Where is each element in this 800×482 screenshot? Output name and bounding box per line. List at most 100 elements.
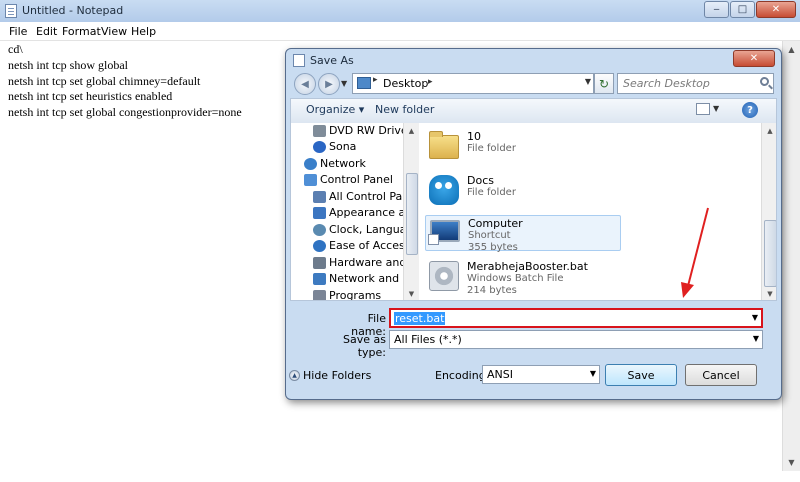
file-item-10[interactable]: 10 File folder xyxy=(425,129,621,165)
help-icon[interactable]: ? xyxy=(742,102,758,118)
change-view-icon[interactable] xyxy=(696,103,710,115)
hide-folders-label: Hide Folders xyxy=(303,369,372,382)
save-as-type-value: All Files (*.*) xyxy=(394,333,462,346)
menu-help[interactable]: Help xyxy=(131,25,156,38)
scroll-down-arrow-icon[interactable]: ▼ xyxy=(404,286,419,300)
save-button[interactable]: Save xyxy=(605,364,677,386)
save-as-type-select[interactable]: All Files (*.*) ▼ xyxy=(389,330,763,349)
all-control-panel-icon xyxy=(313,191,326,203)
forward-arrow-icon[interactable]: ▶ xyxy=(318,73,340,95)
search-input[interactable]: Search Desktop xyxy=(617,73,774,94)
breadcrumb-arrow-icon[interactable]: ▸ xyxy=(428,77,433,87)
nav-item-sona[interactable]: Sona xyxy=(313,140,356,156)
nav-item-programs[interactable]: Programs xyxy=(313,289,381,300)
ease-of-access-icon xyxy=(313,240,326,252)
scroll-up-arrow-icon[interactable]: ▲ xyxy=(404,123,419,138)
scrollbar-thumb[interactable] xyxy=(764,220,776,287)
dialog-footer: ▲ Hide Folders Encoding: ANSI ▼ Save Can… xyxy=(287,359,780,399)
menu-file[interactable]: File xyxy=(9,25,27,38)
menu-format[interactable]: Format xyxy=(62,25,101,38)
nav-item-dvd-rw-drive[interactable]: DVD RW Drive xyxy=(313,124,403,140)
minimize-button[interactable]: ‒ xyxy=(704,1,729,18)
menu-view[interactable]: View xyxy=(101,25,127,38)
encoding-value: ANSI xyxy=(487,368,513,381)
search-icon[interactable] xyxy=(760,77,769,86)
nav-item-all-control-panel[interactable]: All Control Pa xyxy=(313,190,403,206)
file-item-docs[interactable]: Docs File folder xyxy=(425,173,621,209)
scroll-down-arrow-icon[interactable]: ▼ xyxy=(783,454,800,471)
file-name: 10 xyxy=(467,130,481,143)
maximize-button[interactable]: □ xyxy=(730,1,755,18)
file-list: 10 File folder Docs File folder Computer… xyxy=(419,123,761,300)
scroll-down-arrow-icon[interactable]: ▼ xyxy=(762,286,776,300)
refresh-icon[interactable]: ↻ xyxy=(594,73,614,94)
address-bar[interactable]: ▸ Desktop ▸ ▼ xyxy=(352,73,594,94)
back-arrow-icon[interactable]: ◀ xyxy=(294,73,316,95)
scroll-up-arrow-icon[interactable]: ▲ xyxy=(783,41,800,58)
nav-item-appearance[interactable]: Appearance ar xyxy=(313,206,404,222)
file-name-input[interactable]: reset.bat ▼ xyxy=(389,308,763,328)
save-as-dialog: Save As ✕ ◀ ▶ ▼ ▸ Desktop ▸ ▼ ↻ Search D… xyxy=(285,48,782,400)
batch-file-icon xyxy=(429,261,459,291)
network-internet-icon xyxy=(313,273,326,285)
view-dropdown-icon[interactable]: ▼ xyxy=(713,104,719,113)
text-line: netsh int tcp show global xyxy=(8,57,128,72)
hardware-icon xyxy=(313,257,326,269)
nav-item-ease-of-access[interactable]: Ease of Access xyxy=(313,239,403,255)
dvd-drive-icon xyxy=(313,125,326,137)
file-list-scrollbar[interactable]: ▲ ▼ xyxy=(761,123,776,300)
nav-item-label: Network and I xyxy=(329,272,404,285)
file-name: Docs xyxy=(467,174,494,187)
nav-item-clock-language[interactable]: Clock, Langua xyxy=(313,223,404,239)
scrollbar-thumb[interactable] xyxy=(406,173,418,255)
file-name-dropdown-icon[interactable]: ▼ xyxy=(752,313,758,322)
dialog-toolbar: Organize ▾ New folder ▼ ? xyxy=(290,98,777,123)
nav-item-label: All Control Pa xyxy=(329,190,403,203)
encoding-select[interactable]: ANSI ▼ xyxy=(482,365,600,384)
clock-icon xyxy=(313,224,326,236)
close-button[interactable]: ✕ xyxy=(756,1,796,18)
breadcrumb-desktop[interactable]: Desktop xyxy=(383,77,428,90)
file-item-computer[interactable]: Computer Shortcut 355 bytes xyxy=(425,215,621,253)
dialog-app-icon xyxy=(293,54,305,67)
encoding-dropdown-icon[interactable]: ▼ xyxy=(590,369,596,378)
nav-item-label: Appearance ar xyxy=(329,206,404,219)
new-folder-button[interactable]: New folder xyxy=(375,103,434,116)
notepad-app-icon xyxy=(5,4,17,18)
nav-item-hardware[interactable]: Hardware and xyxy=(313,256,404,272)
recent-locations-dropdown-icon[interactable]: ▼ xyxy=(341,79,347,88)
nav-item-network[interactable]: Network xyxy=(304,157,366,173)
file-name-value[interactable]: reset.bat xyxy=(394,312,446,325)
navigation-pane-scrollbar[interactable]: ▲ ▼ xyxy=(403,123,419,300)
notepad-titlebar[interactable]: Untitled - Notepad ‒ □ ✕ xyxy=(0,0,800,23)
nav-item-label: Hardware and xyxy=(329,256,404,269)
dialog-content-pane: DVD RW Drive Sona Network Control Panel … xyxy=(290,123,777,301)
organize-button[interactable]: Organize ▾ xyxy=(306,103,364,116)
breadcrumb-separator-icon[interactable]: ▸ xyxy=(373,75,378,85)
text-line: netsh int tcp set global chimney=default xyxy=(8,73,201,88)
notepad-vertical-scrollbar[interactable]: ▲ ▼ xyxy=(782,41,800,471)
file-name: Computer xyxy=(468,217,523,230)
text-line: netsh int tcp set heuristics enabled xyxy=(8,89,173,104)
file-name: MerabhejaBooster.bat xyxy=(467,260,588,273)
nav-item-control-panel[interactable]: Control Panel xyxy=(304,173,393,189)
appearance-icon xyxy=(313,207,326,219)
hide-folders-toggle[interactable]: ▲ Hide Folders xyxy=(289,369,372,382)
file-item-merabhejabooster[interactable]: MerabhejaBooster.bat Windows Batch File … xyxy=(425,259,621,296)
dialog-close-button[interactable]: ✕ xyxy=(733,50,775,67)
cancel-button[interactable]: Cancel xyxy=(685,364,757,386)
window-controls: ‒ □ ✕ xyxy=(703,1,796,18)
address-navigation-bar: ◀ ▶ ▼ ▸ Desktop ▸ ▼ ↻ Search Desktop xyxy=(290,71,777,97)
nav-item-network-internet[interactable]: Network and I xyxy=(313,272,404,288)
network-icon xyxy=(304,158,317,170)
nav-item-label: Clock, Langua xyxy=(329,223,404,236)
notepad-menubar: File Edit Format View Help xyxy=(0,22,800,41)
notepad-text-area[interactable]: cd\ netsh int tcp show global netsh int … xyxy=(8,42,242,121)
menu-edit[interactable]: Edit xyxy=(36,25,57,38)
scroll-up-arrow-icon[interactable]: ▲ xyxy=(762,123,776,138)
save-as-type-dropdown-icon[interactable]: ▼ xyxy=(753,334,759,343)
address-dropdown-icon[interactable]: ▼ xyxy=(585,77,591,86)
desktop-location-icon xyxy=(357,77,371,89)
bluetooth-icon xyxy=(313,141,326,153)
file-size: 214 bytes xyxy=(467,285,517,296)
